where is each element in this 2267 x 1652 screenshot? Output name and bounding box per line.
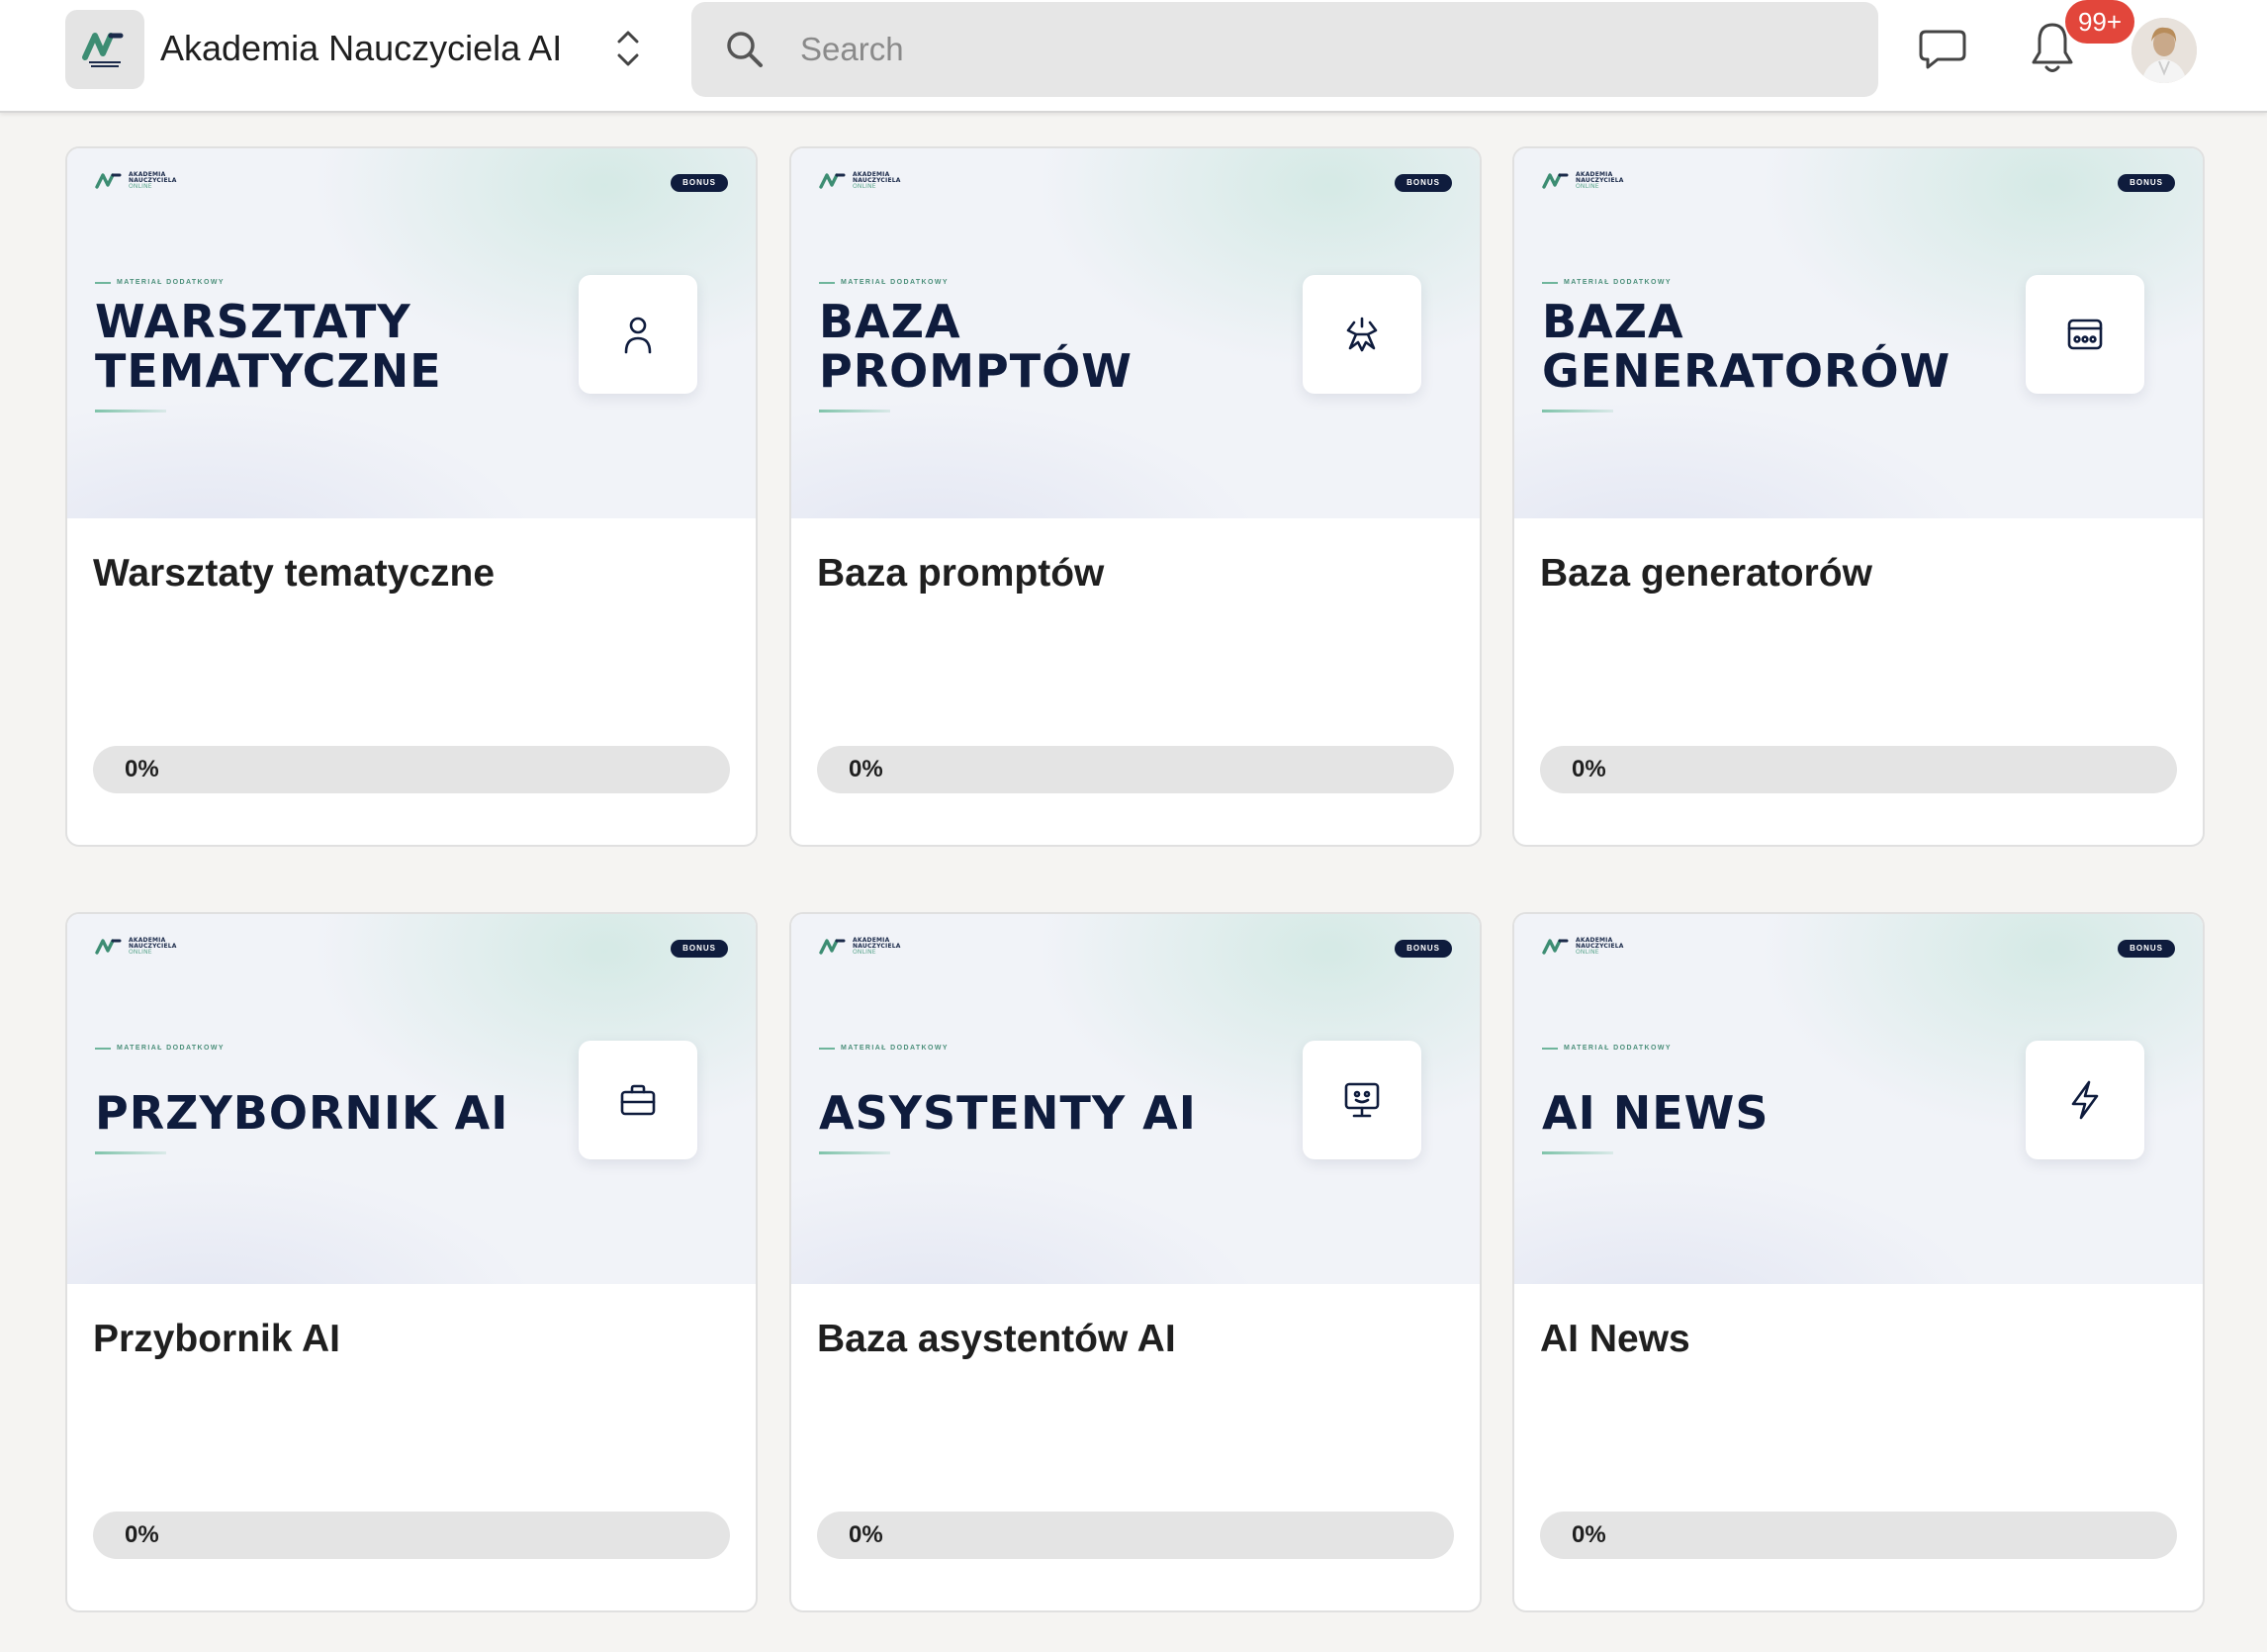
card-title[interactable]: Przybornik AI <box>93 1318 340 1361</box>
banner-title: BAZA PROMPTÓW <box>819 295 1133 398</box>
title-underline <box>95 410 166 413</box>
banner-title: ASYSTENTY AI <box>819 1086 1197 1140</box>
ai-spark-icon <box>1303 275 1421 394</box>
logo-text-line: ONLINE <box>1576 949 1599 956</box>
progress-label: 0% <box>849 1521 883 1548</box>
progress-bar: 0% <box>817 746 1454 793</box>
title-underline <box>95 1151 166 1154</box>
card-kicker: MATERIAŁ DODATKOWY <box>95 1045 225 1052</box>
card-title[interactable]: Warsztaty tematyczne <box>93 552 495 596</box>
banner-title: BAZA GENERATORÓW <box>1542 295 1951 398</box>
card-banner: AKADEMIA NAUCZYCIELA ONLINE BONUS MATERI… <box>67 148 756 518</box>
course-card-3[interactable]: AKADEMIA NAUCZYCIELA ONLINE BONUS MATERI… <box>1512 146 2205 847</box>
progress-label: 0% <box>1572 1521 1606 1548</box>
progress-bar: 0% <box>1540 746 2177 793</box>
logo-text-line: ONLINE <box>129 183 152 190</box>
mini-logo: AKADEMIA NAUCZYCIELA ONLINE <box>1542 938 1624 956</box>
bonus-badge: BONUS <box>1395 174 1452 192</box>
title-underline <box>1542 1151 1613 1154</box>
bonus-badge: BONUS <box>2118 174 2175 192</box>
person-icon <box>579 275 697 394</box>
logo-text-line: ONLINE <box>853 183 876 190</box>
progress-label: 0% <box>849 756 883 782</box>
banner-title: WARSZTATY TEMATYCZNE <box>95 295 442 398</box>
title-underline <box>1542 410 1613 413</box>
bonus-badge: BONUS <box>2118 940 2175 958</box>
card-title[interactable]: Baza promptów <box>817 552 1104 596</box>
card-title[interactable]: Baza generatorów <box>1540 552 1872 596</box>
course-card-2[interactable]: AKADEMIA NAUCZYCIELA ONLINE BONUS MATERI… <box>789 146 1482 847</box>
card-kicker: MATERIAŁ DODATKOWY <box>1542 1045 1672 1052</box>
mini-logo: AKADEMIA NAUCZYCIELA ONLINE <box>819 938 901 956</box>
card-banner: AKADEMIA NAUCZYCIELA ONLINE BONUS MATERI… <box>1514 914 2203 1284</box>
progress-label: 0% <box>125 756 159 782</box>
briefcase-icon <box>579 1041 697 1159</box>
logo-text-line: ONLINE <box>129 949 152 956</box>
bonus-badge: BONUS <box>1395 940 1452 958</box>
card-banner: AKADEMIA NAUCZYCIELA ONLINE BONUS MATERI… <box>791 914 1480 1284</box>
card-title[interactable]: Baza asystentów AI <box>817 1318 1176 1361</box>
chat-bubble-icon[interactable] <box>1915 24 1970 75</box>
card-title[interactable]: AI News <box>1540 1318 1690 1361</box>
course-card-4[interactable]: AKADEMIA NAUCZYCIELA ONLINE BONUS MATERI… <box>65 912 758 1612</box>
search-input[interactable] <box>800 22 1849 77</box>
akademia-logo-icon[interactable] <box>65 10 144 89</box>
course-card-6[interactable]: AKADEMIA NAUCZYCIELA ONLINE BONUS MATERI… <box>1512 912 2205 1612</box>
progress-bar: 0% <box>817 1512 1454 1559</box>
mini-logo: AKADEMIA NAUCZYCIELA ONLINE <box>1542 172 1624 190</box>
search-icon <box>725 30 765 69</box>
card-banner: AKADEMIA NAUCZYCIELA ONLINE BONUS MATERI… <box>791 148 1480 518</box>
card-kicker: MATERIAŁ DODATKOWY <box>1542 279 1672 286</box>
card-kicker: MATERIAŁ DODATKOWY <box>95 279 225 286</box>
course-card-1[interactable]: AKADEMIA NAUCZYCIELA ONLINE BONUS MATERI… <box>65 146 758 847</box>
logo-text-line: ONLINE <box>853 949 876 956</box>
user-avatar[interactable] <box>2131 18 2197 83</box>
banner-title: AI NEWS <box>1542 1086 1769 1140</box>
search-bar[interactable] <box>691 2 1878 97</box>
card-kicker: MATERIAŁ DODATKOWY <box>819 279 949 286</box>
mini-logo: AKADEMIA NAUCZYCIELA ONLINE <box>819 172 901 190</box>
card-banner: AKADEMIA NAUCZYCIELA ONLINE BONUS MATERI… <box>67 914 756 1284</box>
title-underline <box>819 410 890 413</box>
progress-bar: 0% <box>93 746 730 793</box>
card-kicker: MATERIAŁ DODATKOWY <box>819 1045 949 1052</box>
bonus-badge: BONUS <box>671 174 728 192</box>
app-title[interactable]: Akademia Nauczyciela AI <box>160 24 562 73</box>
title-underline <box>819 1151 890 1154</box>
chevron-up-down-icon[interactable] <box>611 26 645 71</box>
course-card-5[interactable]: AKADEMIA NAUCZYCIELA ONLINE BONUS MATERI… <box>789 912 1482 1612</box>
progress-bar: 0% <box>1540 1512 2177 1559</box>
banner-title: PRZYBORNIK AI <box>95 1086 509 1140</box>
generator-window-icon <box>2026 275 2144 394</box>
mini-logo: AKADEMIA NAUCZYCIELA ONLINE <box>95 172 177 190</box>
lightning-icon <box>2026 1041 2144 1159</box>
monitor-bot-icon <box>1303 1041 1421 1159</box>
card-banner: AKADEMIA NAUCZYCIELA ONLINE BONUS MATERI… <box>1514 148 2203 518</box>
progress-bar: 0% <box>93 1512 730 1559</box>
mini-logo: AKADEMIA NAUCZYCIELA ONLINE <box>95 938 177 956</box>
progress-label: 0% <box>125 1521 159 1548</box>
top-bar: Akademia Nauczyciela AI 99+ <box>0 0 2267 113</box>
notification-badge: 99+ <box>2065 0 2134 44</box>
bonus-badge: BONUS <box>671 940 728 958</box>
progress-label: 0% <box>1572 756 1606 782</box>
logo-text-line: ONLINE <box>1576 183 1599 190</box>
